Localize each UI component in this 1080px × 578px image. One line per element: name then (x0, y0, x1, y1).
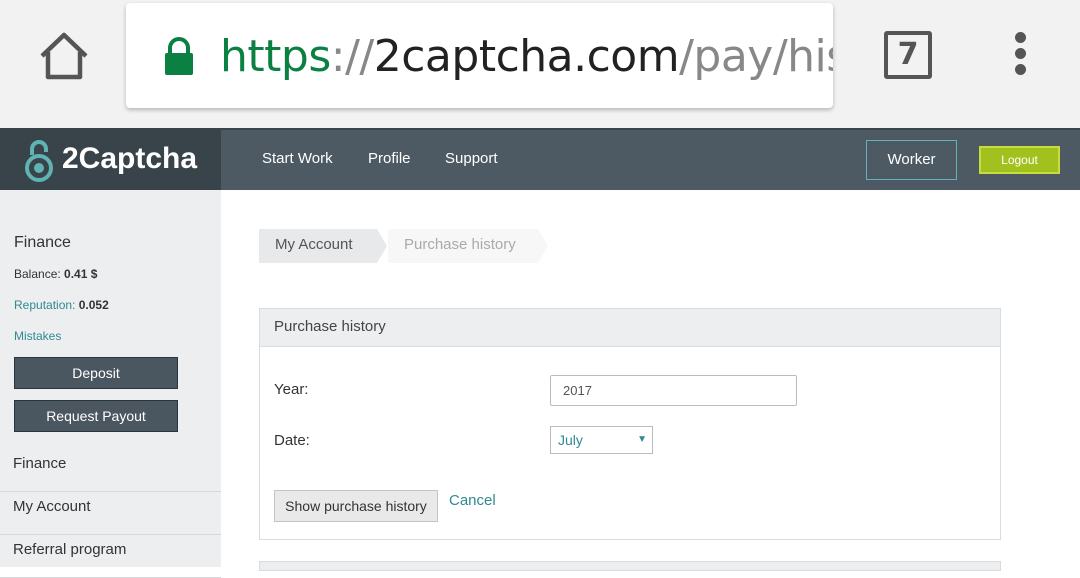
date-select-value: July (558, 432, 583, 448)
dropdown-arrow-icon: ▼ (637, 434, 647, 445)
sidebar-item-finance[interactable]: Finance (0, 449, 221, 492)
reputation-link[interactable]: Reputation: (14, 298, 75, 312)
request-payout-button[interactable]: Request Payout (14, 400, 178, 432)
url-text: https://2captcha.com/pay/histc (220, 31, 833, 82)
sidebar-item-my-account[interactable]: My Account (0, 492, 221, 535)
padlock-logo-icon (24, 138, 54, 182)
site-header: 2Captcha Start Work Profile Support Work… (0, 128, 1080, 190)
cancel-link[interactable]: Cancel (449, 492, 496, 509)
year-input[interactable]: 2017 (550, 375, 797, 406)
nav-start-work[interactable]: Start Work (262, 150, 333, 167)
sidebar: Finance Balance: 0.41 $ Reputation: 0.05… (0, 190, 221, 578)
logout-button[interactable]: Logout (979, 146, 1060, 174)
date-select[interactable]: July ▼ (550, 426, 653, 454)
sidebar-heading: Finance (14, 234, 71, 251)
mistakes-link[interactable]: Mistakes (14, 329, 61, 343)
lock-icon (162, 37, 196, 77)
more-vert-icon[interactable] (1008, 32, 1032, 80)
sidebar-item-referral-program[interactable]: Referral program (0, 535, 221, 578)
balance-value: 0.41 $ (64, 267, 98, 281)
brand-name: 2Captcha (62, 142, 198, 175)
reputation-line: Reputation: 0.052 (14, 298, 109, 312)
balance-line: Balance: 0.41 $ (14, 267, 97, 281)
reputation-value: 0.052 (78, 298, 109, 312)
deposit-button[interactable]: Deposit (14, 357, 178, 389)
panel-title: Purchase history (260, 309, 1000, 347)
address-bar[interactable]: https://2captcha.com/pay/histc (126, 3, 833, 108)
browser-toolbar: https://2captcha.com/pay/histc 7 (0, 0, 1080, 128)
worker-button[interactable]: Worker (866, 140, 957, 180)
year-label: Year: (274, 381, 309, 398)
nav-profile[interactable]: Profile (368, 150, 411, 167)
show-purchase-history-button[interactable]: Show purchase history (274, 490, 438, 522)
tab-switcher-button[interactable]: 7 (884, 31, 932, 79)
home-icon[interactable] (36, 30, 92, 82)
breadcrumb-my-account[interactable]: My Account (259, 229, 387, 263)
balance-label: Balance: (14, 267, 61, 281)
results-panel (259, 561, 1001, 571)
brand-logo[interactable]: 2Captcha (0, 130, 221, 190)
purchase-history-panel: Purchase history Year: 2017 Date: July ▼… (259, 308, 1001, 540)
nav-support[interactable]: Support (445, 150, 498, 167)
breadcrumb-purchase-history: Purchase history (388, 229, 548, 263)
date-label: Date: (274, 432, 310, 449)
